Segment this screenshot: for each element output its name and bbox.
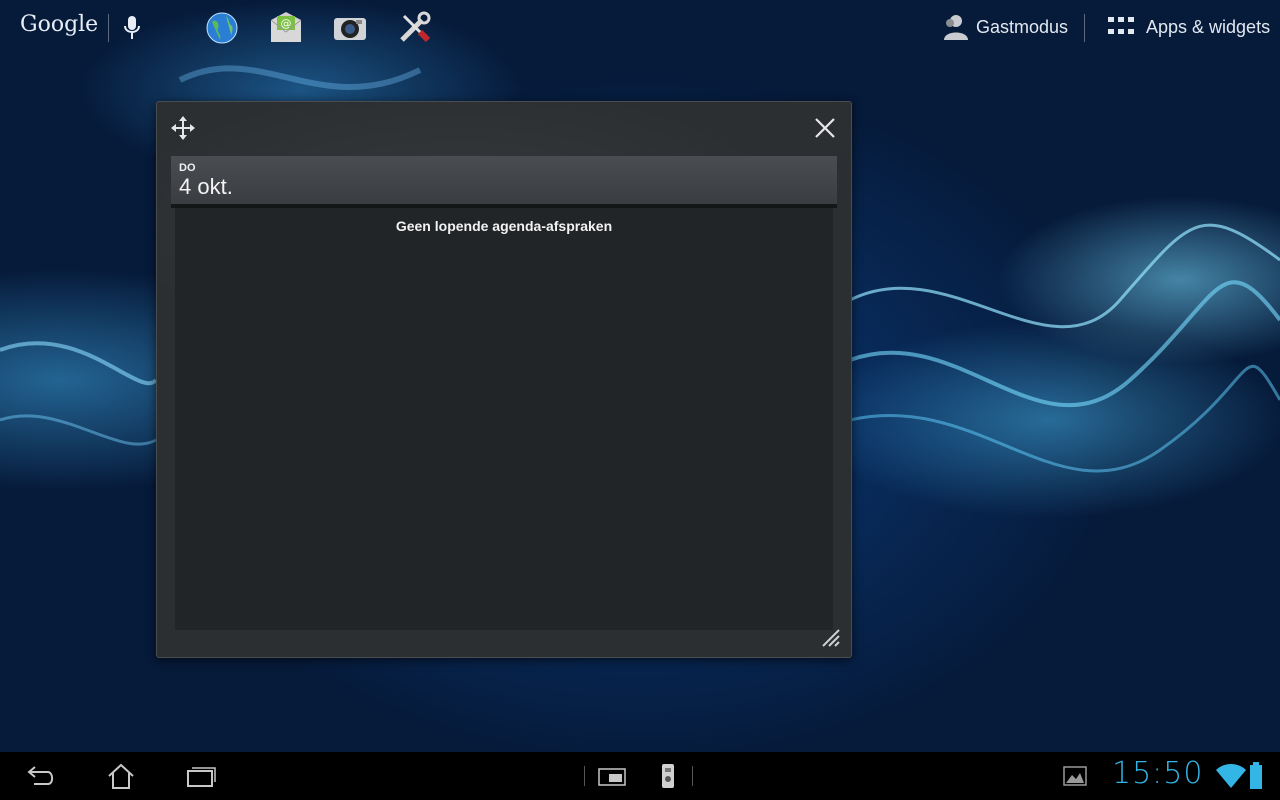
top-bar: Google @ Gastmodus Apps & widgets (0, 0, 1280, 56)
home-icon[interactable] (104, 762, 138, 790)
divider (108, 14, 109, 42)
app-grid-icon (1108, 17, 1134, 37)
guest-mode-label: Gastmodus (976, 16, 1069, 37)
svg-text:@: @ (281, 17, 292, 30)
day-label: DO (179, 162, 196, 174)
close-icon[interactable] (813, 116, 837, 140)
remote-icon[interactable] (652, 762, 686, 790)
screenshot-icon[interactable] (1060, 762, 1094, 790)
person-icon (944, 15, 968, 40)
wifi-icon (1216, 764, 1246, 788)
google-search-label[interactable]: Google (20, 12, 98, 37)
date-header[interactable]: DO 4 okt. (171, 156, 837, 208)
microphone-icon[interactable] (122, 14, 142, 42)
camera-icon[interactable] (332, 10, 368, 46)
back-icon[interactable] (24, 762, 58, 790)
move-icon[interactable] (169, 114, 197, 142)
divider (1084, 14, 1085, 42)
divider (584, 766, 585, 786)
guest-mode-button[interactable]: Gastmodus (940, 12, 1068, 42)
resize-handle-icon[interactable] (817, 624, 841, 648)
globe-icon[interactable] (204, 10, 240, 46)
system-navigation-bar (0, 752, 1280, 800)
clock[interactable]: 15:50 (1112, 756, 1203, 791)
apps-widgets-label: Apps & widgets (1146, 16, 1271, 37)
tools-icon[interactable] (396, 10, 432, 46)
small-apps-icon[interactable] (596, 762, 630, 790)
agenda-list[interactable]: Geen lopende agenda-afspraken (175, 208, 833, 630)
email-icon[interactable]: @ (268, 10, 304, 46)
calendar-widget: DO 4 okt. Geen lopende agenda-afspraken (156, 101, 852, 658)
battery-icon (1250, 762, 1262, 789)
empty-agenda-message: Geen lopende agenda-afspraken (395, 218, 613, 234)
date-label: 4 okt. (179, 174, 233, 199)
recent-apps-icon[interactable] (184, 762, 218, 790)
divider (692, 766, 693, 786)
apps-widgets-button[interactable]: Apps & widgets (1108, 12, 1270, 42)
